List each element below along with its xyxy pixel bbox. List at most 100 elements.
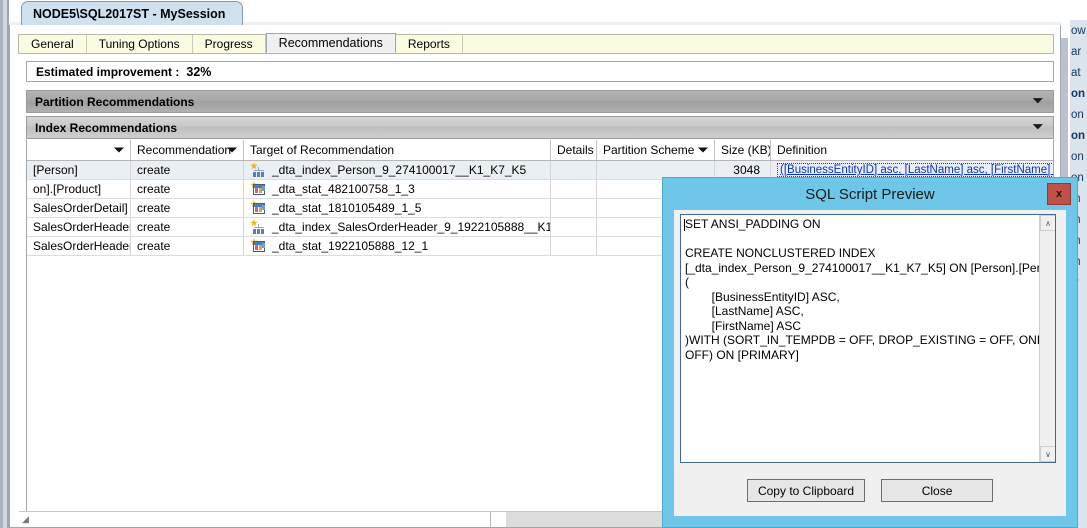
cell-details[interactable] [551, 161, 597, 179]
cell-details[interactable] [551, 199, 597, 217]
cell-text: create [137, 201, 171, 215]
cell-text: SalesOrderDetail] [33, 201, 128, 215]
dialog-buttons: Copy to Clipboard Close [674, 479, 1066, 502]
cell-recommendation[interactable]: create [131, 237, 244, 255]
cell-target-label: _dta_stat_482100758_1_3 [272, 182, 415, 196]
hscroll-thumb[interactable] [35, 512, 491, 527]
grid-header-label: Size (KB) [721, 143, 771, 157]
screen: NODE5\SQL2017ST - MySession General Tuni… [0, 0, 1087, 528]
cell-target-label: _dta_stat_1922105888_12_1 [272, 239, 429, 253]
cell-recommendation[interactable]: create [131, 180, 244, 198]
estimated-improvement-label: Estimated improvement : [36, 64, 180, 79]
group-index-recommendations[interactable]: Index Recommendations ⏷ [26, 116, 1054, 139]
cell-target[interactable]: _dta_index_SalesOrderHeader_9_1922105888… [244, 218, 551, 236]
cell-details[interactable] [551, 218, 597, 236]
cell-size-kb[interactable]: 3048 [715, 161, 771, 179]
cell-target-label: _dta_stat_1810105489_1_5 [272, 201, 422, 215]
session-tab-label: NODE5\SQL2017ST - MySession [33, 6, 226, 21]
cell-text: create [137, 163, 171, 177]
cell-target[interactable]: _dta_stat_1810105489_1_5 [244, 199, 551, 217]
scroll-up-icon[interactable]: ∧ [1040, 215, 1055, 231]
grid-header-label: Details [557, 143, 594, 157]
cell-details[interactable] [551, 237, 597, 255]
close-icon[interactable]: x [1047, 183, 1071, 205]
cell-text: SalesOrderHeader] [33, 239, 131, 253]
filter-dropdown-icon[interactable] [698, 147, 708, 153]
grid-header-cell[interactable]: Target of Recommendation [244, 140, 551, 160]
close-button[interactable]: Close [881, 479, 994, 502]
cell-database[interactable]: on].[Product] [27, 180, 131, 198]
sql-script-text: SET ANSI_PADDING ON CREATE NONCLUSTERED … [685, 217, 1056, 362]
grid-header-cell[interactable]: Definition [771, 140, 1053, 160]
cell-target-label: _dta_index_SalesOrderHeader_9_1922105888… [272, 220, 551, 234]
group-partition-label: Partition Recommendations [35, 94, 195, 109]
grip-dots: ◢ [22, 514, 29, 524]
sql-textarea[interactable]: SET ANSI_PADDING ON CREATE NONCLUSTERED … [680, 214, 1056, 463]
cell-recommendation[interactable]: create [131, 161, 244, 179]
cell-database[interactable]: SalesOrderDetail] [27, 199, 131, 217]
sql-script-preview-dialog: SQL Script Preview x SET ANSI_PADDING ON… [663, 178, 1077, 527]
grid-header-label: Recommendation [137, 143, 232, 157]
cell-database[interactable]: [Person] [27, 161, 131, 179]
grid-header-label: Partition Scheme [603, 143, 695, 157]
tab-progress[interactable]: Progress [193, 35, 266, 53]
tab-recommendations-label: Recommendations [278, 36, 383, 50]
filter-dropdown-icon[interactable] [114, 147, 124, 153]
tab-reports[interactable]: Reports [396, 35, 463, 53]
grid-header-cell[interactable]: Partition Scheme [597, 140, 715, 160]
background-panel-line: at [1071, 67, 1081, 79]
grid-header-cell[interactable]: Details [551, 140, 597, 160]
resize-grip-icon[interactable]: ◢ [19, 512, 36, 527]
cell-details[interactable] [551, 180, 597, 198]
cell-definition[interactable]: ([BusinessEntityID] asc, [LastName] asc,… [771, 161, 1053, 179]
filter-dropdown-icon[interactable] [227, 147, 237, 153]
cell-target[interactable]: _dta_index_Person_9_274100017__K1_K7_K5 [244, 161, 551, 179]
cell-text: on].[Product] [33, 182, 102, 196]
chevron-down-icon[interactable]: ⏷ [1033, 119, 1043, 135]
tab-general[interactable]: General [19, 35, 87, 53]
tab-general-label: General [31, 37, 74, 51]
definition-link[interactable]: ([BusinessEntityID] asc, [LastName] asc,… [777, 163, 1053, 177]
cell-text: SalesOrderHeader] [33, 220, 131, 234]
background-panel-line: on [1071, 151, 1084, 163]
background-panel-line: on [1071, 88, 1086, 100]
cell-target[interactable]: _dta_stat_1922105888_12_1 [244, 237, 551, 255]
cell-text: create [137, 239, 171, 253]
tab-bar: General Tuning Options Progress Recommen… [18, 33, 1054, 54]
group-partition-recommendations[interactable]: Partition Recommendations ⏷ [26, 90, 1054, 113]
index-icon [250, 219, 265, 234]
tab-recommendations[interactable]: Recommendations [265, 33, 396, 53]
session-tabbar: NODE5\SQL2017ST - MySession [9, 0, 1081, 25]
background-panel-line: ar [1071, 46, 1082, 58]
background-panel-top-gap [1070, 0, 1087, 20]
grid-header-cell[interactable]: Size (KB) [715, 140, 771, 160]
index-icon [250, 162, 265, 177]
cell-partition-scheme[interactable] [597, 161, 715, 179]
group-index-label: Index Recommendations [35, 120, 178, 135]
background-panel-line: on [1071, 130, 1086, 142]
grid-header-label: Definition [777, 143, 828, 157]
cell-target-label: _dta_index_Person_9_274100017__K1_K7_K5 [272, 163, 527, 177]
sql-vertical-scrollbar[interactable]: ∧ ∨ [1039, 215, 1055, 462]
tab-tuning-options[interactable]: Tuning Options [87, 35, 193, 53]
grid-header-label: Target of Recommendation [250, 143, 395, 157]
cell-recommendation[interactable]: create [131, 218, 244, 236]
tab-tuning-options-label: Tuning Options [98, 37, 180, 51]
background-panel-line: ow [1071, 25, 1086, 37]
cell-database[interactable]: SalesOrderHeader] [27, 237, 131, 255]
scroll-down-icon[interactable]: ∨ [1040, 446, 1055, 462]
background-panel-line: on [1071, 109, 1084, 121]
copy-to-clipboard-button[interactable]: Copy to Clipboard [746, 479, 866, 502]
cell-text: [Person] [33, 163, 78, 177]
cell-database[interactable]: SalesOrderHeader] [27, 218, 131, 236]
cell-text: create [137, 182, 171, 196]
cell-recommendation[interactable]: create [131, 199, 244, 217]
stat-icon [250, 200, 265, 215]
cell-target[interactable]: _dta_stat_482100758_1_3 [244, 180, 551, 198]
estimated-improvement-bar: Estimated improvement : 32% [26, 61, 1054, 82]
grid-header-cell[interactable]: Recommendation [131, 140, 244, 160]
chevron-down-icon[interactable]: ⏷ [1033, 93, 1043, 109]
estimated-improvement-value: 32% [186, 64, 212, 79]
grid-header-cell[interactable] [27, 140, 131, 160]
session-tab[interactable]: NODE5\SQL2017ST - MySession [21, 1, 243, 25]
